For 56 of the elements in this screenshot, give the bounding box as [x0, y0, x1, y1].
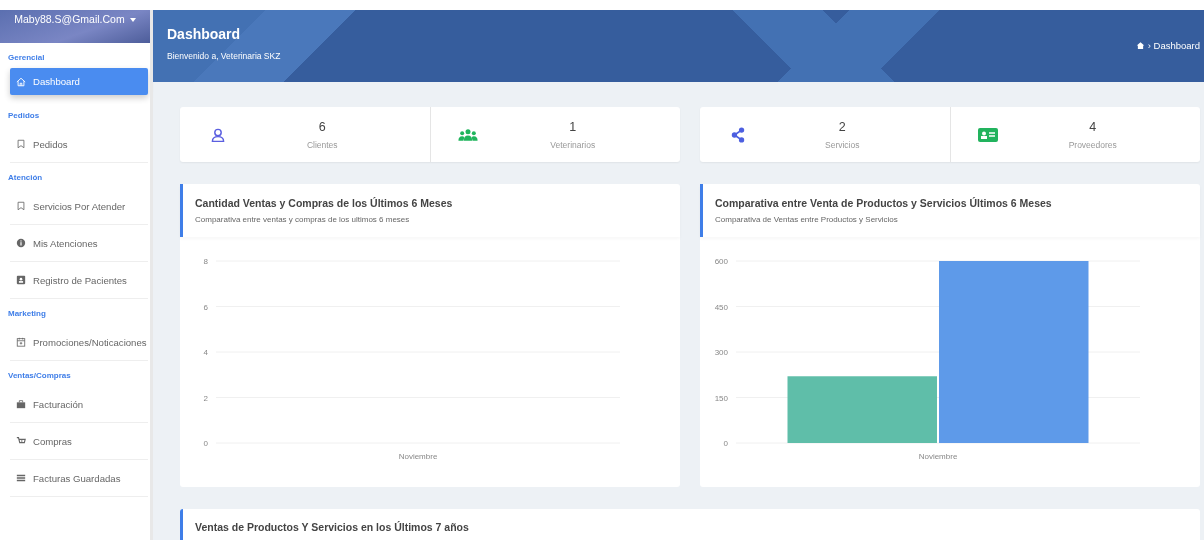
cart-icon — [16, 436, 26, 446]
sidebar-item[interactable]: Dashboard — [10, 68, 148, 95]
y-axis-label: 8 — [203, 257, 208, 266]
users-icon — [458, 126, 478, 143]
welcome-text: Bienvenido a, Veterinaria SKZ — [167, 51, 281, 61]
section-label: Gerencial — [7, 52, 46, 64]
sidebar-item[interactable]: Pedidos — [10, 126, 148, 163]
sidebar-item[interactable]: Registro de Pacientes — [10, 262, 148, 299]
stat-label: Proveedores — [1067, 139, 1118, 150]
chart-title: Comparativa entre Venta de Productos y Servicios Últimos 6 Meses — [715, 197, 1053, 209]
y-axis-label: 600 — [714, 257, 728, 266]
stat-value: 2 — [837, 119, 847, 134]
home-icon[interactable] — [1135, 41, 1145, 50]
y-axis-label: 2 — [203, 393, 208, 403]
y-axis-label: 300 — [714, 348, 728, 357]
id-card-icon — [978, 126, 998, 143]
sidebar-item[interactable]: Facturas Guardadas — [10, 460, 148, 497]
section-label: Ventas/Compras — [7, 370, 72, 382]
y-axis-label: 6 — [203, 302, 208, 312]
list-icon — [16, 473, 26, 483]
y-axis-label: 0 — [723, 439, 728, 448]
chart-subtitle: Comparativa entre ventas y compras de los ultimos 6 meses — [195, 215, 411, 224]
x-axis-label: Noviembre — [398, 452, 438, 461]
y-axis-label: 450 — [714, 302, 728, 312]
sidebar-item[interactable]: Compras — [10, 423, 148, 460]
chart-title: Cantidad Ventas y Compras de los Últimos 6 Meses — [195, 197, 454, 209]
section-label: Marketing — [7, 308, 47, 320]
home-icon — [16, 76, 26, 87]
section-label: Pedidos — [7, 110, 41, 122]
stat-value: 4 — [1088, 119, 1098, 134]
chart-subtitle: Comparativa de Ventas entre Productos y Servicios — [715, 215, 899, 224]
chart-title: Ventas de Productos Y Servicios en los Últimos 7 años — [195, 521, 470, 533]
stat-label: Veterinarios — [549, 139, 597, 150]
bookmark-icon — [16, 201, 26, 211]
y-axis-label: 4 — [203, 348, 208, 357]
page-title: Dashboard — [167, 26, 242, 42]
x-axis-label: Noviembre — [918, 452, 958, 461]
id-card-icon — [16, 275, 26, 285]
breadcrumb[interactable]: › Dashboard — [1147, 40, 1200, 51]
user-email-dropdown[interactable]: Maby88.S@Gmail.Com — [14, 13, 125, 43]
stat-value: 6 — [317, 119, 327, 134]
caret-icon[interactable] — [129, 18, 136, 22]
y-axis-label: 0 — [203, 439, 208, 448]
sidebar-item[interactable]: Facturación — [10, 386, 148, 423]
section-label: Atención — [7, 172, 44, 184]
briefcase-icon — [16, 399, 26, 409]
sidebar-item[interactable]: Servicios Por Atender — [10, 188, 148, 225]
sidebar-item[interactable]: Promociones/Noticaciones — [10, 324, 148, 361]
stat-label: Clientes — [305, 139, 339, 150]
calendar-icon — [16, 337, 26, 347]
stat-label: Servicios — [824, 139, 861, 150]
stat-value: 1 — [568, 119, 578, 134]
y-axis-label: 150 — [714, 393, 728, 403]
sidebar-item[interactable]: Mis Atenciones — [10, 225, 148, 262]
bookmark-icon — [16, 139, 26, 149]
info-icon — [16, 238, 26, 248]
